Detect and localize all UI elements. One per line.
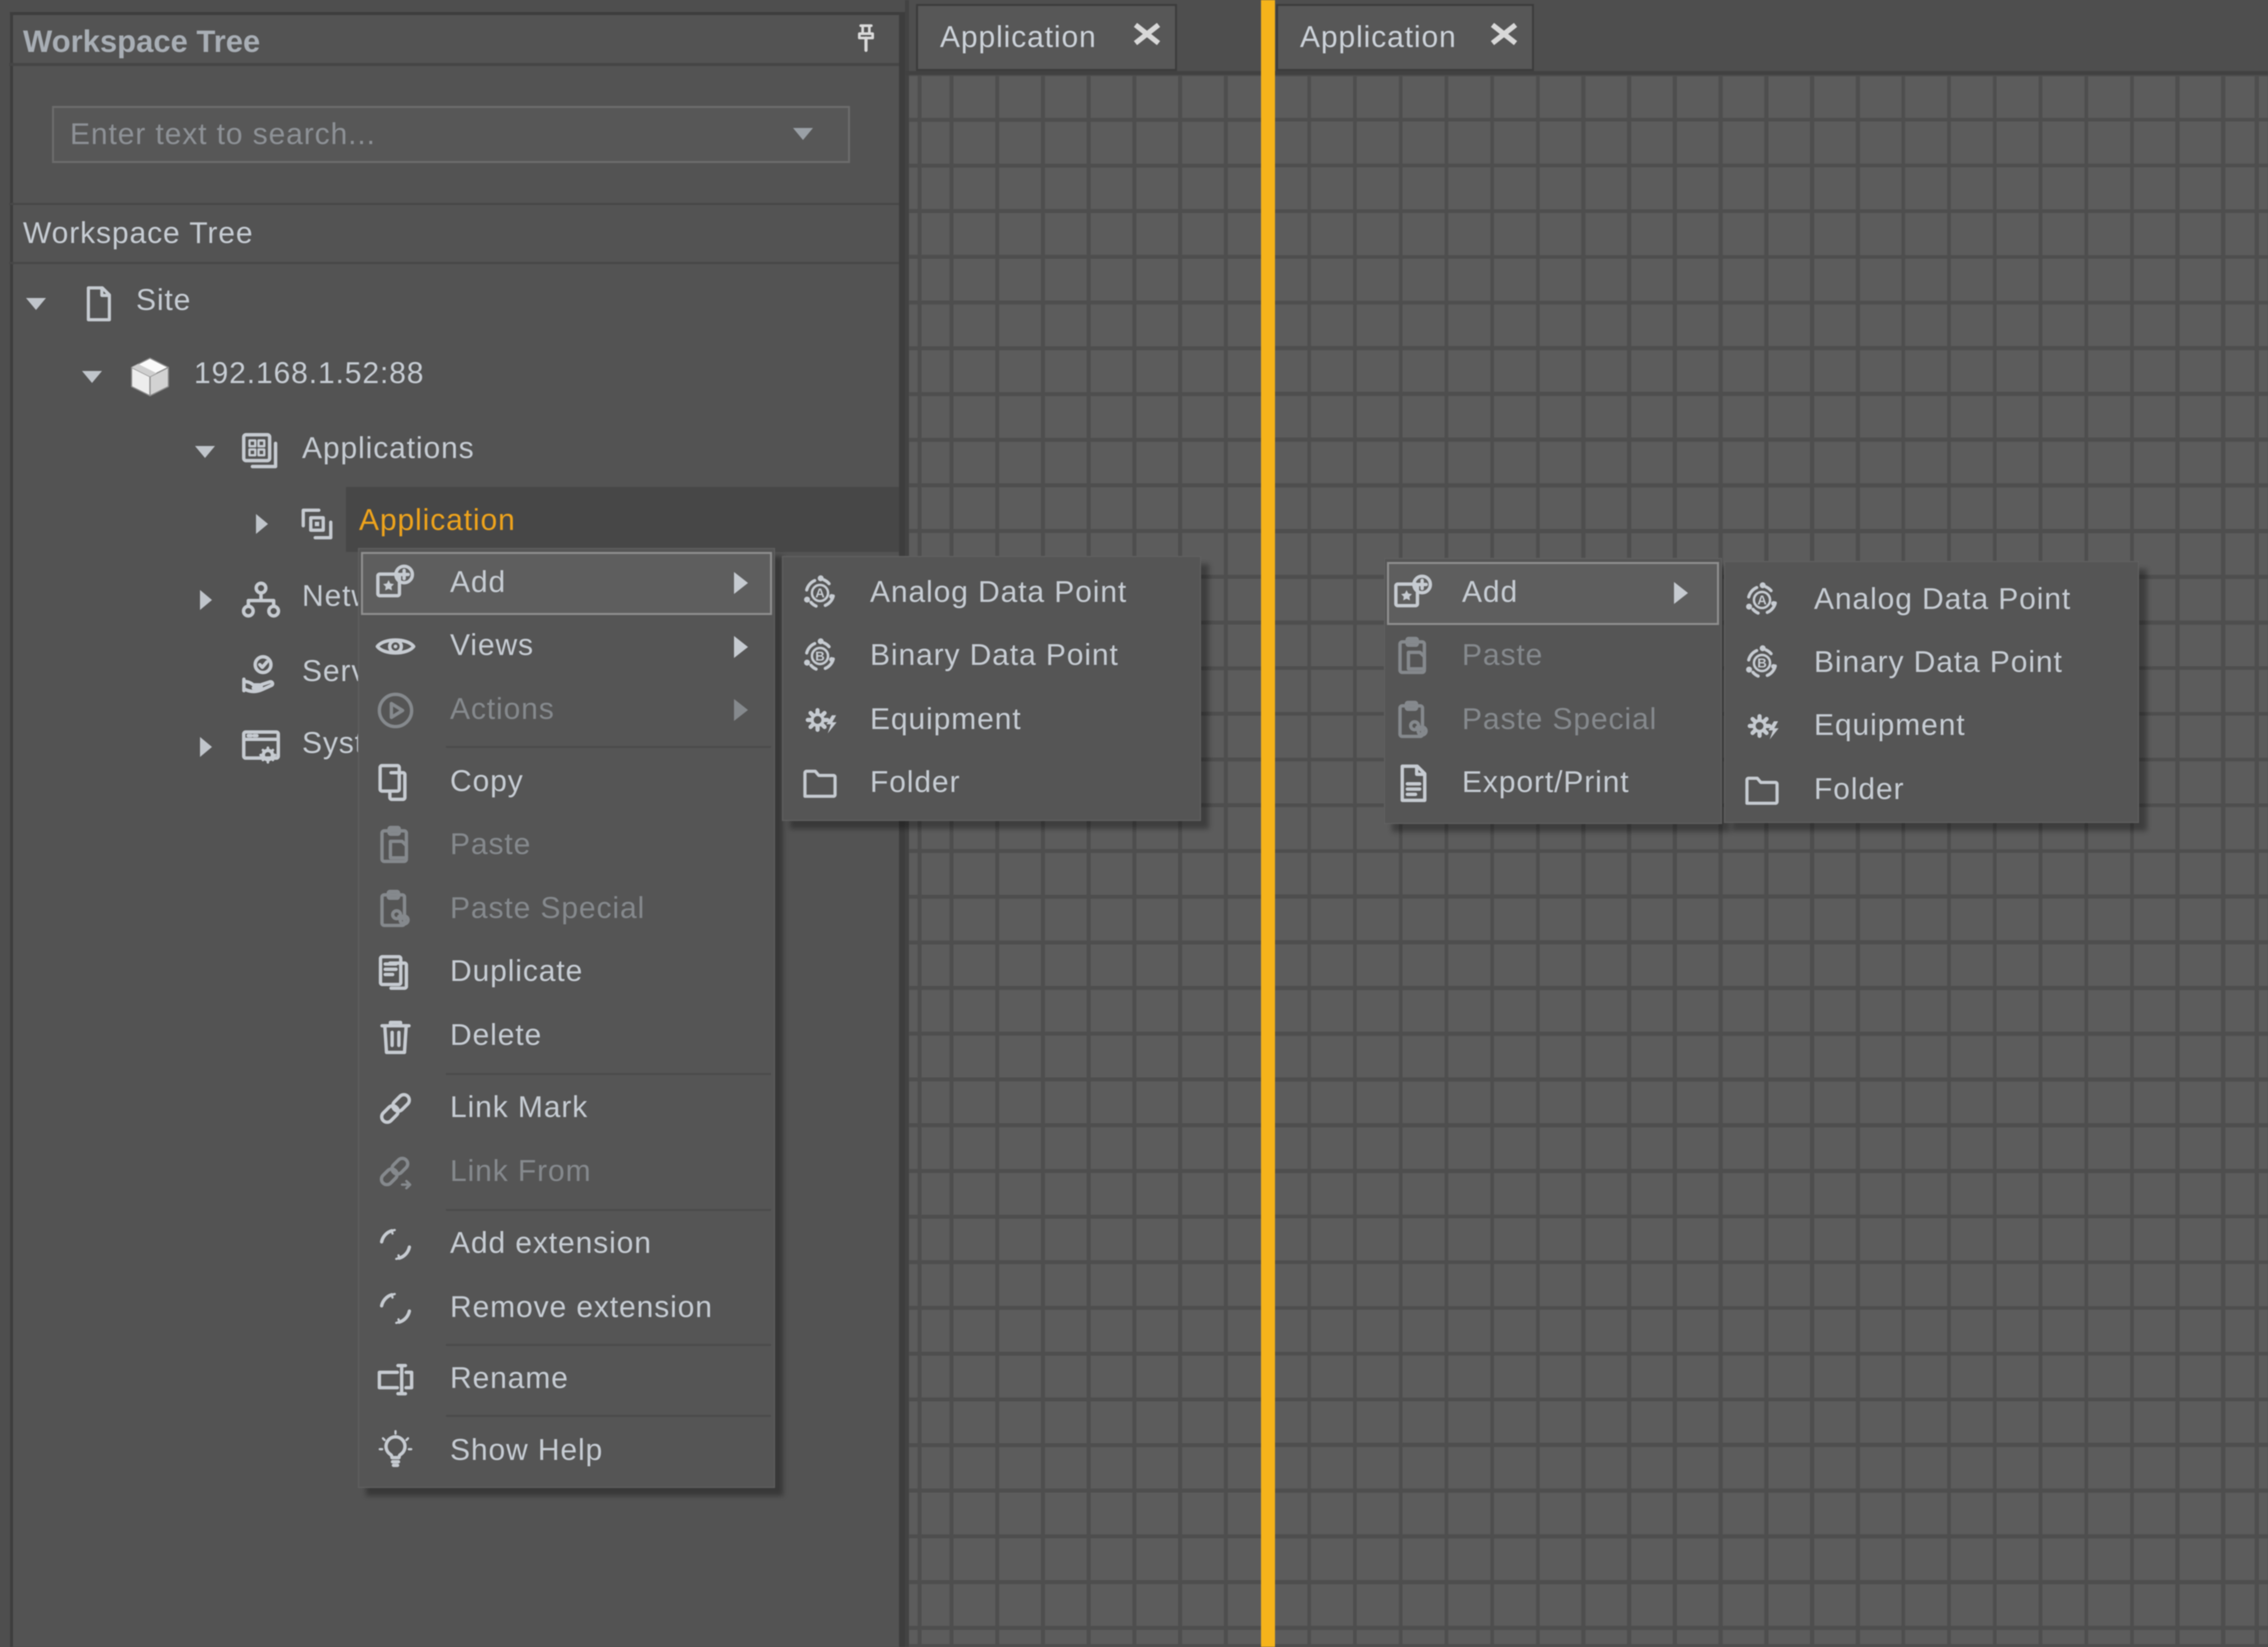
svg-text:A: A bbox=[815, 586, 824, 600]
svg-text:B: B bbox=[815, 649, 824, 663]
svg-text:A: A bbox=[1757, 593, 1766, 607]
svg-text:B: B bbox=[1757, 656, 1766, 670]
